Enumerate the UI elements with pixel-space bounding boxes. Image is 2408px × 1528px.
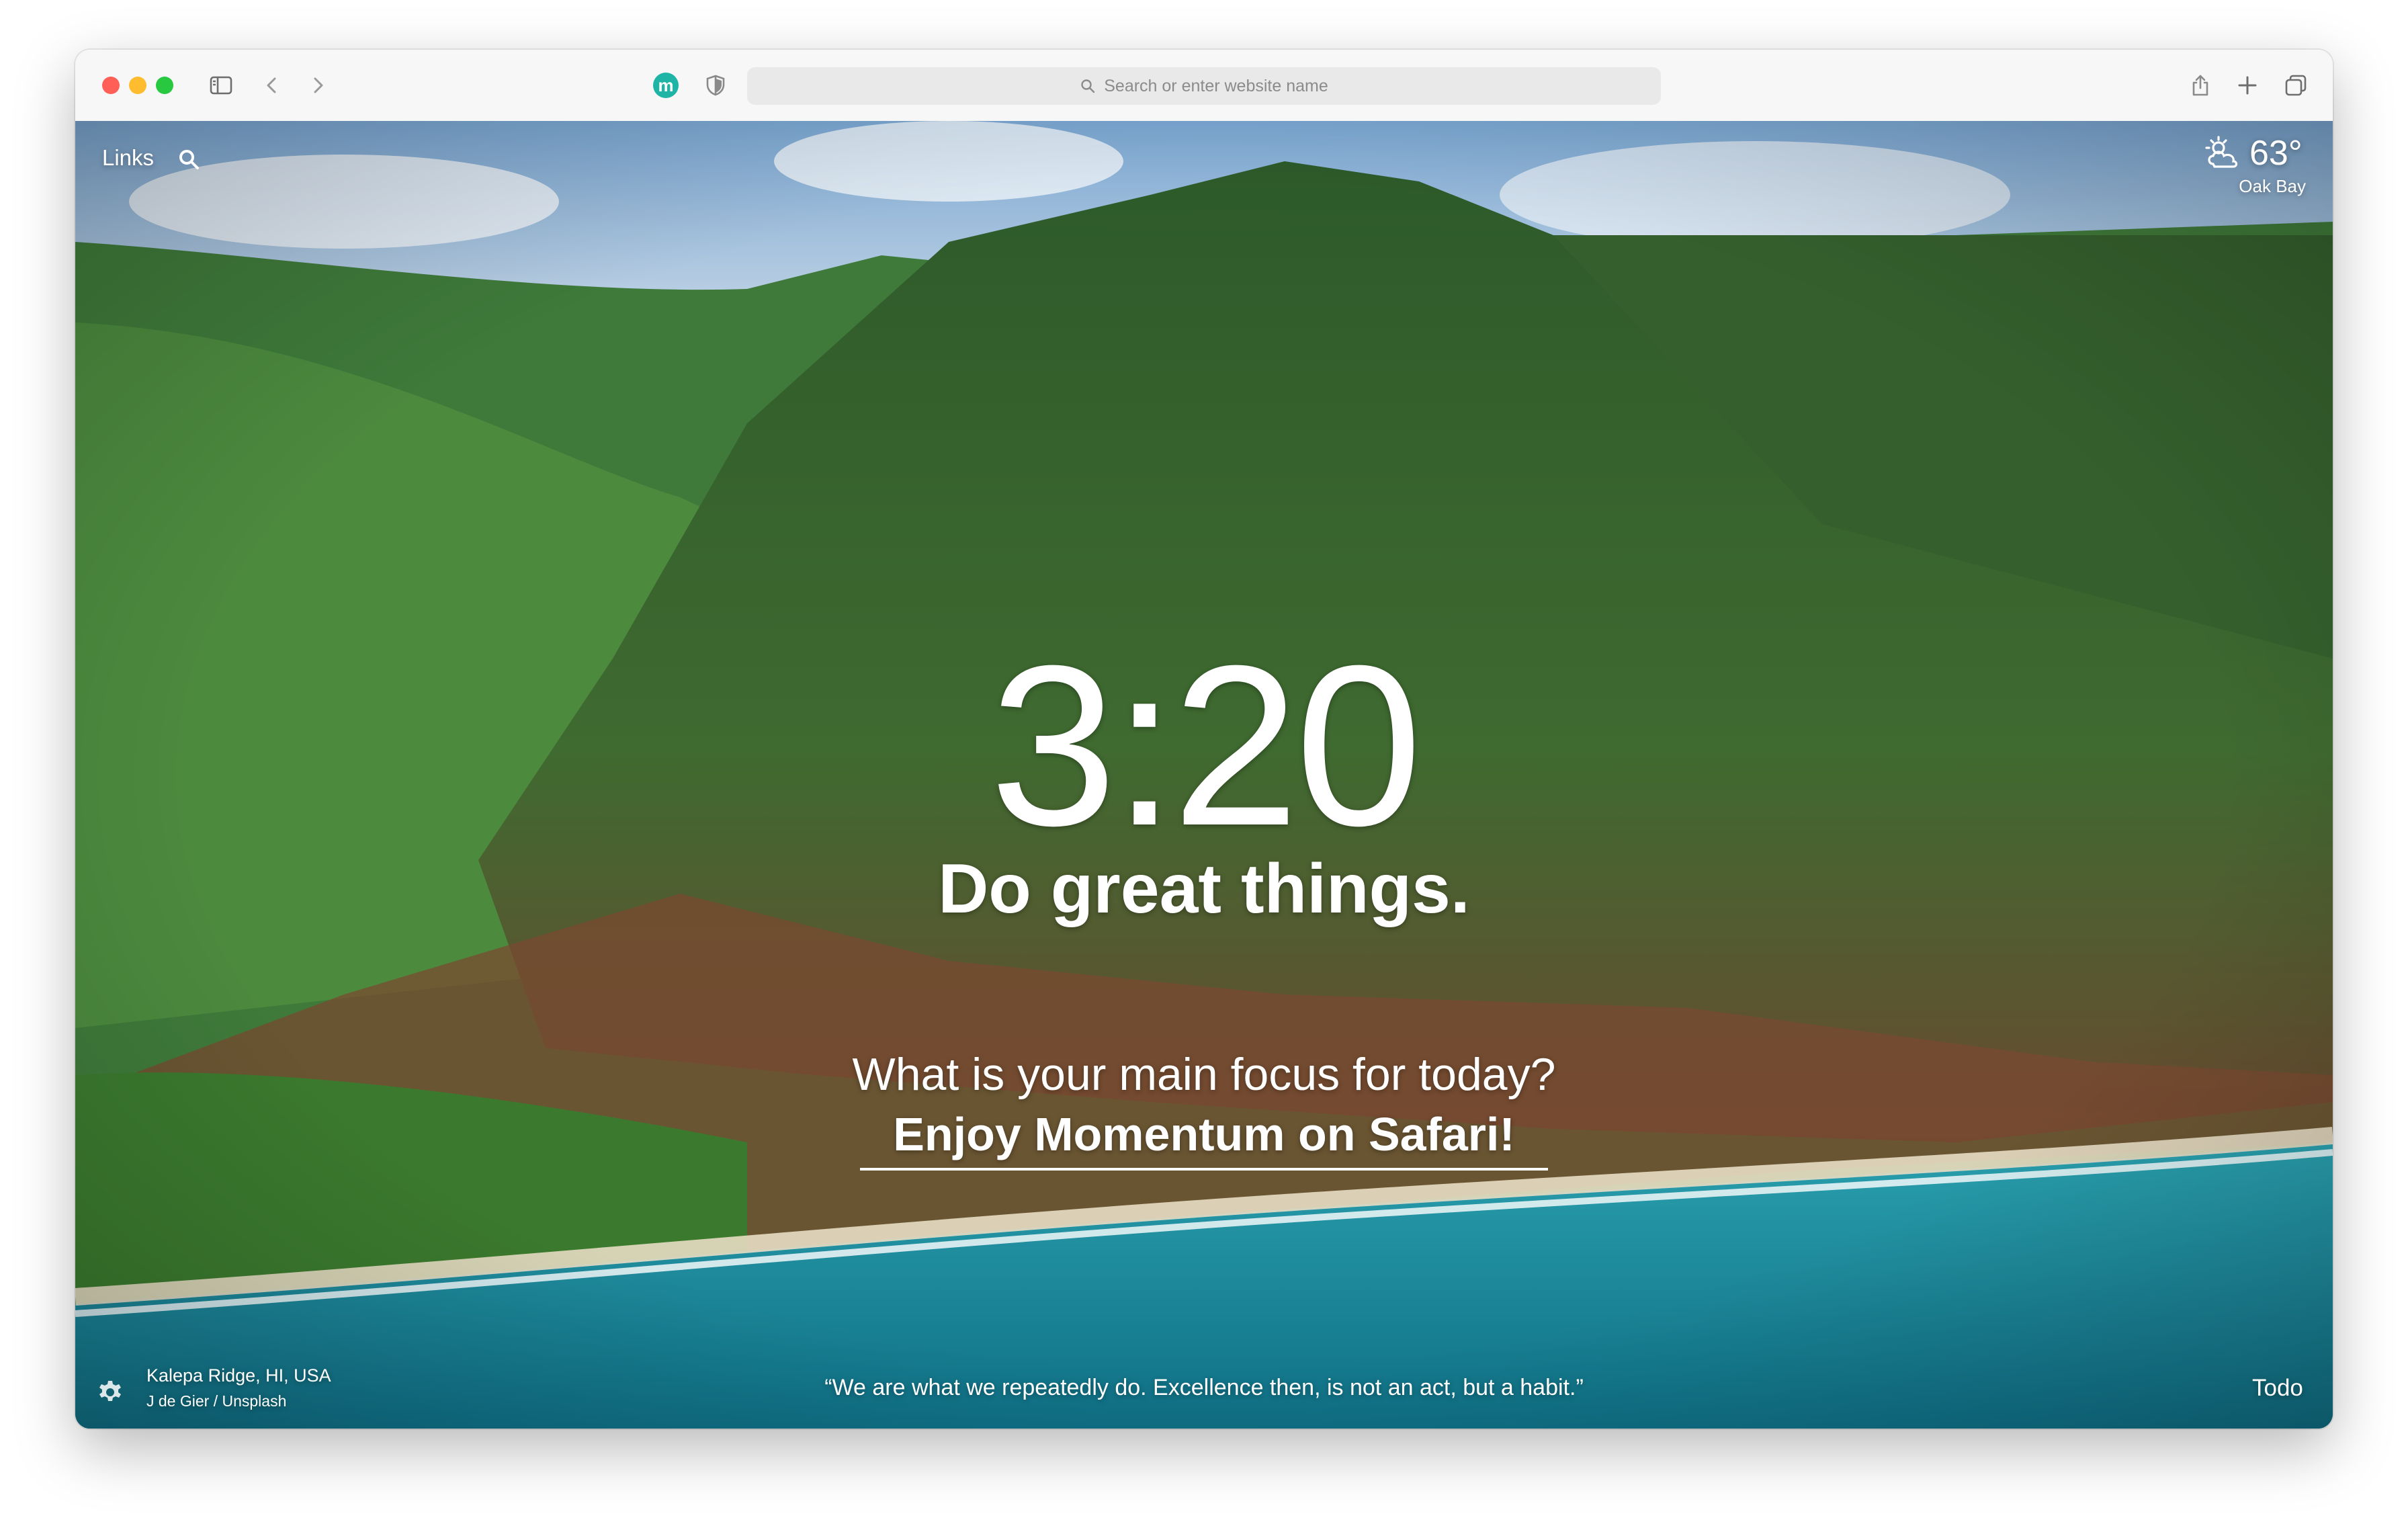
focus-input[interactable]: Enjoy Momentum on Safari! xyxy=(75,1107,2333,1161)
close-window-button[interactable] xyxy=(102,77,120,94)
links-button[interactable]: Links xyxy=(102,145,154,171)
greeting: Do great things. xyxy=(938,850,1470,928)
tab-overview-icon[interactable] xyxy=(2280,70,2311,101)
sidebar-toggle-icon[interactable] xyxy=(206,70,236,101)
momentum-extension-icon[interactable]: m xyxy=(653,73,679,98)
weather-temperature[interactable]: 63° xyxy=(2249,133,2303,173)
momentum-dashboard: Links 63° Oak Bay 3:20 Do great things. … xyxy=(75,121,2333,1429)
weather-location[interactable]: Oak Bay xyxy=(2239,176,2306,197)
focus-question: What is your main focus for today? xyxy=(852,1049,1556,1100)
minimize-window-button[interactable] xyxy=(129,77,146,94)
search-icon xyxy=(1081,79,1095,93)
partly-cloudy-sun-icon[interactable] xyxy=(2204,136,2243,169)
browser-toolbar: m Search or enter website name xyxy=(75,50,2333,122)
daily-quote[interactable]: “We are what we repeatedly do. Excellenc… xyxy=(75,1375,2333,1401)
browser-window: m Search or enter website name Links 63°… xyxy=(75,50,2333,1429)
privacy-shield-icon[interactable] xyxy=(700,70,731,101)
focus-underline xyxy=(860,1168,1548,1171)
search-icon[interactable] xyxy=(177,148,200,171)
zoom-window-button[interactable] xyxy=(156,77,173,94)
todo-button[interactable]: Todo xyxy=(2252,1375,2303,1402)
address-placeholder: Search or enter website name xyxy=(1104,76,1328,95)
back-icon[interactable] xyxy=(257,70,288,101)
address-bar[interactable]: Search or enter website name xyxy=(747,67,1661,105)
new-tab-icon[interactable] xyxy=(2232,70,2263,101)
forward-icon[interactable] xyxy=(302,70,333,101)
extension-badge-label: m xyxy=(658,75,674,95)
clock: 3:20 xyxy=(990,618,1422,874)
share-icon[interactable] xyxy=(2185,70,2216,101)
